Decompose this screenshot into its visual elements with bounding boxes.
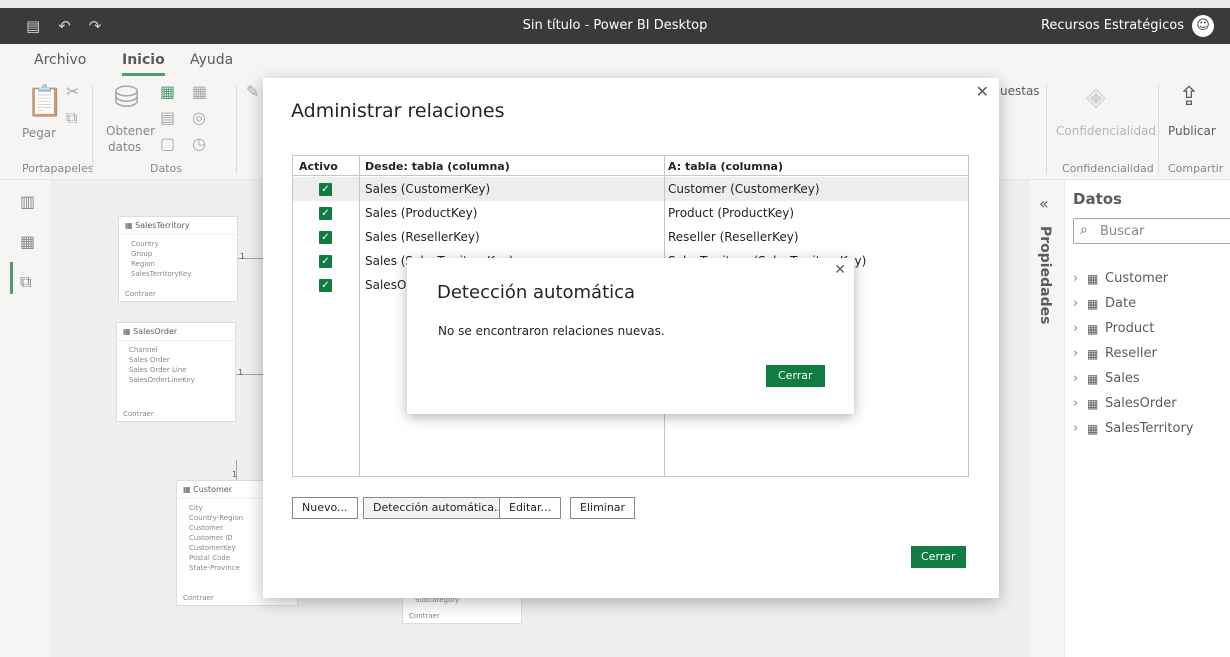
to-cell: Reseller (ResellerKey) xyxy=(668,230,799,244)
to-cell: Customer (CustomerKey) xyxy=(668,182,820,196)
to-cell: Product (ProductKey) xyxy=(668,206,795,220)
active-checkbox[interactable]: ✓ xyxy=(319,207,332,220)
delete-button[interactable]: Eliminar xyxy=(570,497,636,519)
active-checkbox[interactable]: ✓ xyxy=(319,231,332,244)
table-header: Activo Desde: tabla (columna) A: tabla (… xyxy=(293,156,968,176)
new-button[interactable]: Nuevo... xyxy=(292,497,358,519)
active-checkbox[interactable]: ✓ xyxy=(319,183,332,196)
window-top-strip xyxy=(0,0,1230,8)
user-avatar-icon[interactable]: ☺ xyxy=(1192,15,1214,37)
title-bar: ▤ ↶ ↷ Sin título - Power BI Desktop Recu… xyxy=(0,8,1230,44)
active-checkbox[interactable]: ✓ xyxy=(319,255,332,268)
from-cell: Sales (CustomerKey) xyxy=(365,182,491,196)
autodetect-button[interactable]: Detección automática... xyxy=(363,497,515,519)
active-checkbox[interactable]: ✓ xyxy=(319,279,332,292)
column-header-active[interactable]: Activo xyxy=(299,160,338,173)
popup-close-button[interactable]: Cerrar xyxy=(766,365,825,387)
from-cell: Sales (ProductKey) xyxy=(365,206,478,220)
table-row[interactable]: ✓ Sales (ProductKey) Product (ProductKey… xyxy=(293,201,968,225)
column-header-from[interactable]: Desde: tabla (columna) xyxy=(365,160,510,173)
user-name[interactable]: Recursos Estratégicos xyxy=(1041,18,1184,33)
column-divider xyxy=(359,156,360,476)
column-header-to[interactable]: A: tabla (columna) xyxy=(668,160,783,173)
edit-button[interactable]: Editar... xyxy=(499,497,562,519)
close-icon[interactable]: ✕ xyxy=(834,262,846,278)
popup-message: No se encontraron relaciones nuevas. xyxy=(438,324,665,338)
popup-title: Detección automática xyxy=(437,282,636,303)
from-cell: Sales (ResellerKey) xyxy=(365,230,480,244)
dialog-title: Administrar relaciones xyxy=(291,100,505,122)
autodetect-popup: ✕ Detección automática No se encontraron… xyxy=(407,258,854,414)
table-row[interactable]: ✓ Sales (ResellerKey) Reseller (Reseller… xyxy=(293,225,968,249)
close-icon[interactable]: ✕ xyxy=(976,82,989,101)
dialog-close-button[interactable]: Cerrar xyxy=(911,546,966,568)
table-row[interactable]: ✓ Sales (CustomerKey) Customer (Customer… xyxy=(293,177,968,201)
